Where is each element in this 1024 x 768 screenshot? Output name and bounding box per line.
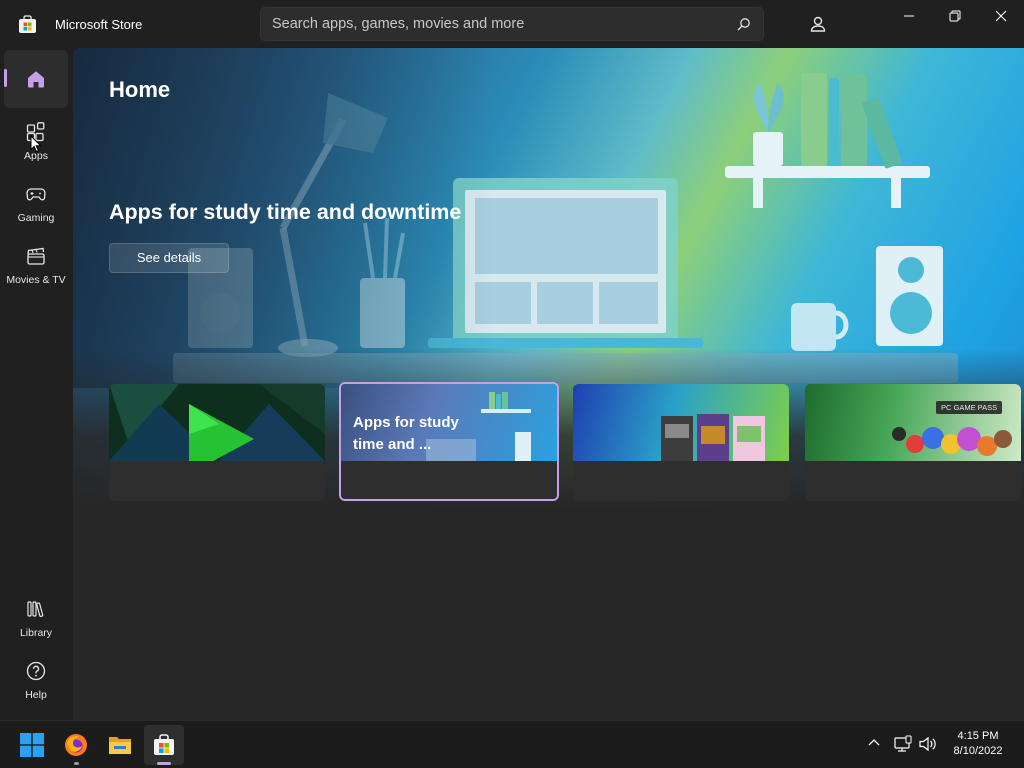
carousel-card[interactable]: PC GAME PASS <box>805 384 1021 501</box>
active-indicator <box>157 762 171 765</box>
card-image: Apps for study time and ... <box>341 384 557 461</box>
sidebar-item-library[interactable]: Library <box>4 589 68 647</box>
firefox-icon <box>65 734 87 756</box>
home-icon <box>28 71 44 88</box>
sidebar-item-gaming[interactable]: Gaming <box>4 174 68 232</box>
clapperboard-icon <box>27 247 45 265</box>
minimize-icon <box>904 15 914 17</box>
close-button[interactable] <box>978 0 1024 32</box>
file-explorer-taskbar-button[interactable] <box>100 725 140 765</box>
hero-heading: Apps for study time and downtime <box>109 200 462 224</box>
card-footer <box>805 461 1021 501</box>
card-image <box>573 384 789 461</box>
card-image: PC GAME PASS <box>805 384 1021 461</box>
search-box[interactable] <box>260 7 764 41</box>
restore-icon <box>949 10 961 22</box>
carousel-card-selected[interactable]: Apps for study time and ... <box>339 382 559 501</box>
carousel-card[interactable] <box>109 384 325 501</box>
see-details-button[interactable]: See details <box>109 243 229 273</box>
card-footer <box>573 461 789 501</box>
sidebar-item-help[interactable]: Help <box>4 651 68 709</box>
clock-time: 4:15 PM <box>957 730 999 742</box>
microsoft-store-icon <box>154 734 174 755</box>
main-content: Home Apps for study time and downtime Se… <box>73 48 1024 720</box>
microsoft-store-taskbar-button[interactable] <box>144 725 184 765</box>
search-icon[interactable] <box>735 16 753 34</box>
start-button[interactable] <box>12 725 52 765</box>
games-art <box>661 414 765 461</box>
sidebar-item-label: Movies & TV <box>6 274 66 286</box>
sidebar-item-label: Library <box>19 627 53 639</box>
taskbar-clock[interactable]: 4:15 PM 8/10/2022 <box>946 729 1010 759</box>
title-bar: Microsoft Store <box>0 0 1024 48</box>
app-title: Microsoft Store <box>55 17 143 32</box>
file-explorer-icon <box>109 737 131 754</box>
show-hidden-icons-chevron-icon[interactable] <box>866 735 882 751</box>
firefox-taskbar-button[interactable] <box>56 725 96 765</box>
windows-start-icon <box>20 733 44 757</box>
sidebar-item-label: Gaming <box>17 212 55 224</box>
card-image <box>109 384 325 461</box>
sidebar-item-label: Help <box>25 689 47 701</box>
volume-icon[interactable] <box>918 735 938 753</box>
play-store-art <box>109 384 325 461</box>
page-title: Home <box>109 77 171 102</box>
network-icon[interactable] <box>894 735 912 753</box>
sidebar-item-home[interactable] <box>4 50 68 108</box>
help-icon <box>26 661 46 681</box>
sidebar-item-movies-tv[interactable]: Movies & TV <box>4 236 68 294</box>
library-icon <box>27 601 44 618</box>
mouse-cursor-icon <box>30 135 42 153</box>
clock-date: 8/10/2022 <box>953 745 1003 757</box>
carousel-card[interactable] <box>573 384 789 501</box>
running-indicator <box>74 762 79 765</box>
account-button[interactable] <box>800 6 836 42</box>
game-pass-badge: PC GAME PASS <box>936 401 1003 414</box>
restore-button[interactable] <box>932 0 978 32</box>
close-icon <box>995 10 1007 22</box>
minimize-button[interactable] <box>886 0 932 32</box>
game-pass-art <box>892 427 1012 456</box>
card-title: Apps for study time and ... <box>353 414 459 453</box>
card-footer <box>109 461 325 501</box>
selection-indicator <box>4 69 7 87</box>
search-input[interactable] <box>261 8 731 40</box>
card-footer <box>341 461 557 499</box>
gamepad-icon <box>26 188 46 201</box>
account-icon <box>810 16 826 32</box>
store-bag-icon <box>19 15 36 33</box>
